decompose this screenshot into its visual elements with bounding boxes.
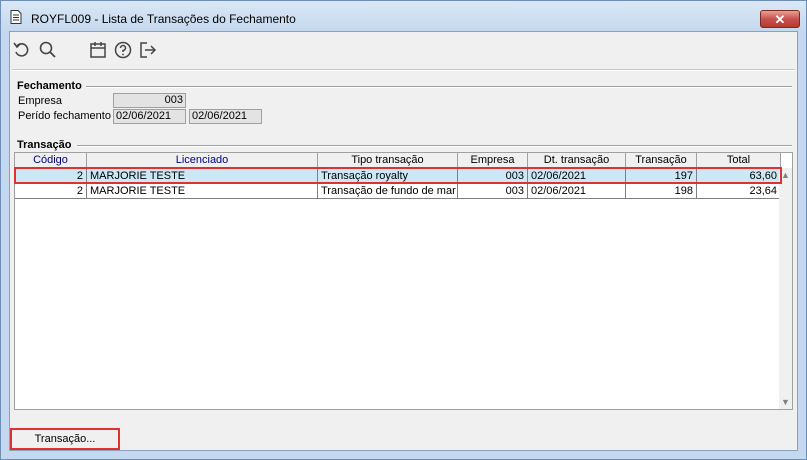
transacao-group-line [77, 145, 792, 147]
cell-licenciado: MARJORIE TESTE [87, 169, 318, 184]
periodo-fim-field[interactable]: 02/06/2021 [189, 109, 262, 124]
cell-transacao: 197 [626, 169, 697, 184]
cell-empresa: 003 [458, 184, 528, 199]
fechamento-group-title: Fechamento [17, 80, 82, 92]
help-icon[interactable] [113, 40, 133, 60]
title-bar: ROYFL009 - Lista de Transações do Fecham… [1, 1, 806, 31]
cell-codigo: 2 [15, 184, 87, 199]
app-window: ROYFL009 - Lista de Transações do Fecham… [0, 0, 807, 460]
cell-codigo: 2 [15, 169, 87, 184]
vertical-scrollbar[interactable]: ▲ ▼ [779, 168, 792, 409]
column-header-tipo-transacao[interactable]: Tipo transação [318, 153, 458, 168]
column-header-codigo[interactable]: Código [15, 153, 87, 168]
fechamento-group-line [86, 86, 792, 88]
table-row[interactable]: 2 MARJORIE TESTE Transação de fundo de m… [15, 184, 781, 199]
cell-dt-transacao: 02/06/2021 [528, 184, 626, 199]
client-area: Fechamento Empresa 003 Perído fechamento… [9, 31, 798, 451]
column-header-licenciado[interactable]: Licenciado [87, 153, 318, 168]
empresa-field[interactable]: 003 [113, 93, 186, 108]
search-icon[interactable] [38, 40, 58, 60]
document-icon [10, 10, 22, 24]
table-row[interactable]: 2 MARJORIE TESTE Transação royalty 003 0… [15, 169, 781, 184]
cell-transacao: 198 [626, 184, 697, 199]
scroll-down-icon[interactable]: ▼ [781, 397, 790, 407]
periodo-inicio-field[interactable]: 02/06/2021 [113, 109, 186, 124]
scroll-up-icon[interactable]: ▲ [781, 170, 790, 180]
column-header-empresa[interactable]: Empresa [458, 153, 528, 168]
cell-tipo-transacao: Transação royalty [318, 169, 458, 184]
exit-icon[interactable] [138, 40, 158, 60]
periodo-fechamento-label: Perído fechamento [18, 110, 111, 122]
transacao-button[interactable]: Transação... [10, 428, 120, 450]
toolbar-separator [12, 69, 795, 71]
cell-total: 63,60 [697, 169, 781, 184]
transacao-group-title: Transação [17, 139, 72, 151]
column-header-transacao[interactable]: Transação [626, 153, 697, 168]
column-header-dt-transacao[interactable]: Dt. transação [528, 153, 626, 168]
toolbar [10, 32, 797, 68]
cell-tipo-transacao: Transação de fundo de mar [318, 184, 458, 199]
close-button[interactable]: ✕ [760, 10, 800, 28]
cell-total: 23,64 [697, 184, 781, 199]
cell-licenciado: MARJORIE TESTE [87, 184, 318, 199]
calendar-icon[interactable] [88, 40, 108, 60]
empresa-label: Empresa [18, 95, 63, 107]
cell-empresa: 003 [458, 169, 528, 184]
undo-icon[interactable] [12, 40, 32, 60]
cell-dt-transacao: 02/06/2021 [528, 169, 626, 184]
transacao-grid[interactable]: Código Licenciado Tipo transação Empresa… [14, 152, 793, 410]
window-title: ROYFL009 - Lista de Transações do Fecham… [31, 12, 296, 26]
column-header-total[interactable]: Total [697, 153, 781, 168]
